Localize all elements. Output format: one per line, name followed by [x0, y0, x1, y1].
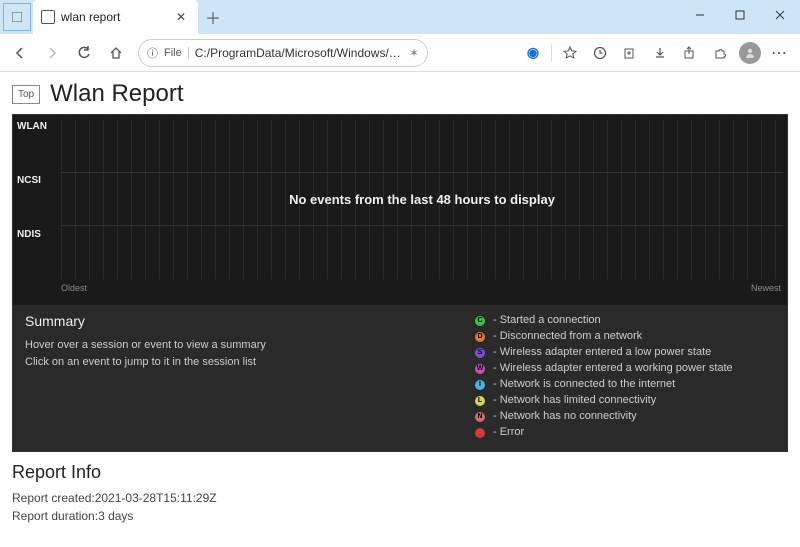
- lane-label-wlan: WLAN: [17, 121, 47, 132]
- legend-row: - Error: [475, 425, 775, 441]
- legend-row: S - Wireless adapter entered a low power …: [475, 345, 775, 361]
- arrow-right-icon: [45, 46, 59, 60]
- nav-forward-button[interactable]: [38, 39, 66, 67]
- page-content: Top Wlan Report WLAN NCSI NDIS No events…: [0, 72, 800, 547]
- browser-toolbar: ⓘ File C:/ProgramData/Microsoft/Windows/…: [0, 34, 800, 72]
- legend-row: N - Network has no connectivity: [475, 409, 775, 425]
- legend-dot-icon: I: [475, 380, 485, 390]
- info-icon[interactable]: ⓘ: [147, 45, 158, 61]
- lane-label-ndis: NDIS: [17, 229, 41, 240]
- window-titlebar: wlan report ✕ ＋: [0, 0, 800, 34]
- favorites-button[interactable]: [556, 39, 584, 67]
- legend-row: D - Disconnected from a network: [475, 329, 775, 345]
- history-button[interactable]: [586, 39, 614, 67]
- legend-dot-icon: W: [475, 364, 485, 374]
- new-tab-button[interactable]: ＋: [198, 0, 228, 34]
- lane-label-ncsi: NCSI: [17, 175, 41, 186]
- nav-back-button[interactable]: [6, 39, 34, 67]
- legend-dot-icon: C: [475, 316, 485, 326]
- download-icon: [653, 46, 667, 60]
- tab-close-button[interactable]: ✕: [172, 10, 190, 24]
- report-duration-line: Report duration:3 days: [12, 507, 788, 525]
- reload-button[interactable]: [70, 39, 98, 67]
- collections-button[interactable]: [616, 39, 644, 67]
- tab-title: wlan report: [61, 10, 166, 24]
- window-close-button[interactable]: [760, 0, 800, 30]
- legend-dot-icon: D: [475, 332, 485, 342]
- toolbar-divider: [551, 44, 552, 62]
- legend: C - Started a connection D - Disconnected f…: [475, 313, 775, 441]
- menu-button[interactable]: ⋯: [766, 39, 794, 67]
- legend-dot-icon: S: [475, 348, 485, 358]
- window-maximize-button[interactable]: [720, 0, 760, 30]
- page-favicon: [41, 10, 55, 24]
- legend-dot-icon: [475, 428, 485, 438]
- legend-text: - Network has limited connectivity: [493, 393, 656, 409]
- legend-row: C - Started a connection: [475, 313, 775, 329]
- summary-heading: Summary: [25, 313, 455, 329]
- legend-row: I - Network is connected to the internet: [475, 377, 775, 393]
- ellipsis-icon: ⋯: [771, 43, 789, 63]
- legend-row: L - Network has limited connectivity: [475, 393, 775, 409]
- window-minimize-button[interactable]: [680, 0, 720, 30]
- browser-tab[interactable]: wlan report ✕: [33, 0, 198, 34]
- home-icon: [109, 46, 123, 60]
- empty-message: No events from the last 48 hours to disp…: [61, 119, 783, 279]
- address-bar[interactable]: ⓘ File C:/ProgramData/Microsoft/Windows/…: [138, 39, 428, 67]
- timeline-panel: WLAN NCSI NDIS No events from the last 4…: [12, 114, 788, 452]
- summary-line-2: Click on an event to jump to it in the s…: [25, 354, 455, 371]
- legend-row: W - Wireless adapter entered a working po…: [475, 361, 775, 377]
- legend-text: - Wireless adapter entered a low power s…: [493, 345, 711, 361]
- report-info-heading: Report Info: [12, 462, 788, 483]
- summary-line-1: Hover over a session or event to view a …: [25, 337, 455, 354]
- home-button[interactable]: [102, 39, 130, 67]
- star-icon: [563, 46, 577, 60]
- axis-oldest: Oldest: [61, 283, 87, 293]
- legend-dot-icon: L: [475, 396, 485, 406]
- reader-icon[interactable]: ✶: [409, 46, 419, 60]
- window-icon: [3, 3, 31, 31]
- report-created-line: Report created:2021-03-28T15:11:29Z: [12, 489, 788, 507]
- arrow-left-icon: [13, 46, 27, 60]
- legend-text: - Error: [493, 425, 524, 441]
- legend-text: - Network is connected to the internet: [493, 377, 675, 393]
- tracking-button[interactable]: ◉: [519, 39, 547, 67]
- page-header: Top Wlan Report: [12, 80, 788, 108]
- report-created-value: 2021-03-28T15:11:29Z: [95, 491, 217, 505]
- clock-icon: [593, 46, 607, 60]
- share-button[interactable]: [676, 39, 704, 67]
- legend-dot-icon: N: [475, 412, 485, 422]
- reload-icon: [77, 46, 91, 60]
- report-duration-value: 3 days: [98, 509, 133, 523]
- legend-text: - Network has no connectivity: [493, 409, 637, 425]
- url-scheme-chip: File: [164, 47, 189, 59]
- legend-text: - Disconnected from a network: [493, 329, 642, 345]
- summary-block: Summary Hover over a session or event to…: [25, 313, 455, 441]
- minimize-icon: [695, 10, 705, 20]
- close-icon: [775, 10, 785, 20]
- app-icon: [12, 12, 22, 22]
- profile-button[interactable]: [736, 39, 764, 67]
- puzzle-icon: [713, 46, 727, 60]
- page-title: Wlan Report: [50, 80, 183, 108]
- avatar-icon: [739, 42, 761, 64]
- top-link[interactable]: Top: [12, 85, 40, 104]
- url-text: C:/ProgramData/Microsoft/Windows/WlanRep…: [195, 46, 403, 60]
- timeline-lanes: WLAN NCSI NDIS No events from the last 4…: [13, 115, 787, 305]
- legend-text: - Wireless adapter entered a working pow…: [493, 361, 733, 377]
- downloads-button[interactable]: [646, 39, 674, 67]
- extensions-button[interactable]: [706, 39, 734, 67]
- report-duration-label: Report duration:: [12, 509, 98, 523]
- legend-text: - Started a connection: [493, 313, 601, 329]
- share-icon: [683, 46, 697, 60]
- axis-newest: Newest: [751, 283, 781, 293]
- maximize-icon: [735, 10, 745, 20]
- report-created-label: Report created:: [12, 491, 95, 505]
- report-info-section: Report Info Report created:2021-03-28T15…: [12, 462, 788, 525]
- collections-icon: [623, 46, 637, 60]
- panel-lower: Summary Hover over a session or event to…: [13, 305, 787, 451]
